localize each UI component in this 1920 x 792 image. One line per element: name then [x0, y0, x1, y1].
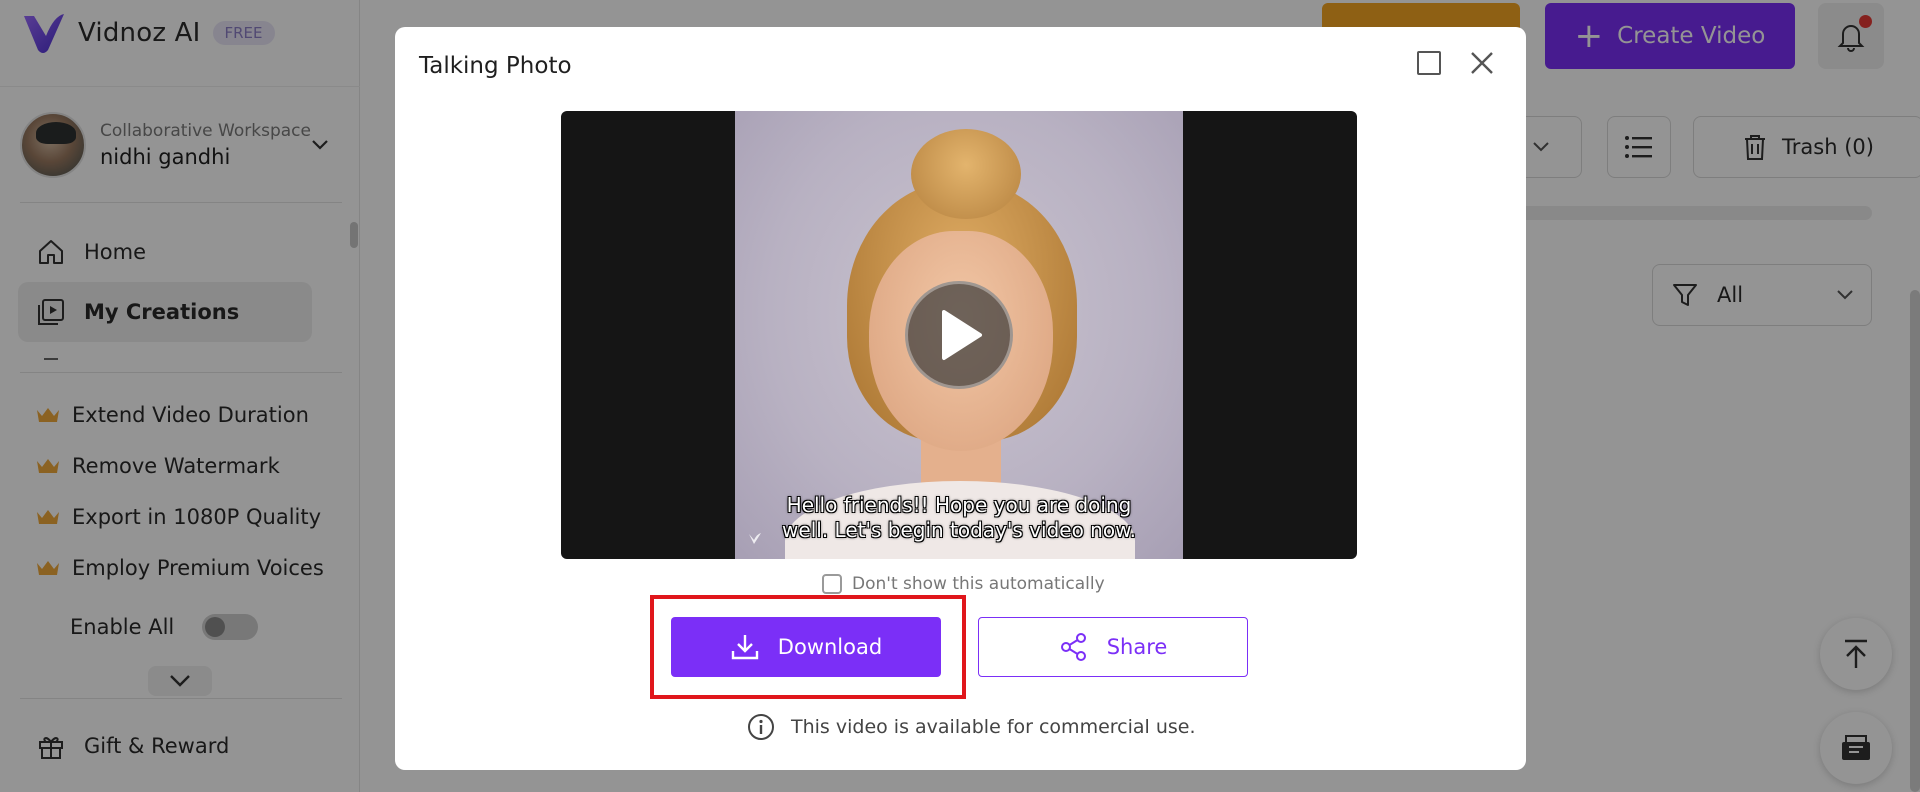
character-hair-bun	[911, 129, 1021, 219]
maximize-icon[interactable]	[1417, 51, 1441, 75]
play-button[interactable]	[905, 281, 1013, 389]
download-label: Download	[777, 635, 883, 659]
commercial-use-note: This video is available for commercial u…	[747, 713, 1196, 741]
share-label: Share	[1106, 635, 1168, 659]
info-icon	[748, 714, 774, 740]
share-button[interactable]: Share	[978, 617, 1248, 677]
download-icon	[731, 635, 758, 660]
commercial-note-text: This video is available for commercial u…	[791, 716, 1196, 738]
download-button[interactable]: Download	[671, 617, 941, 677]
dont-show-label: Don't show this automatically	[852, 574, 1105, 594]
vidnoz-watermark-icon	[749, 533, 761, 544]
dont-show-option[interactable]: Don't show this automatically	[822, 574, 1105, 594]
share-icon	[1060, 633, 1086, 661]
close-icon[interactable]	[1468, 49, 1496, 77]
caption-line: Hello friends!! Hope you are doing	[786, 493, 1132, 517]
modal-title: Talking Photo	[419, 53, 572, 79]
video-caption: Hello friends!! Hope you are doing well.…	[735, 493, 1183, 543]
talking-photo-modal: Talking Photo Hello friends!! Hope you a…	[395, 27, 1526, 770]
caption-line: well. Let's begin today's video now.	[782, 518, 1136, 542]
video-player[interactable]: Hello friends!! Hope you are doing well.…	[561, 111, 1357, 559]
dont-show-checkbox[interactable]	[822, 574, 842, 594]
play-icon	[942, 310, 982, 360]
